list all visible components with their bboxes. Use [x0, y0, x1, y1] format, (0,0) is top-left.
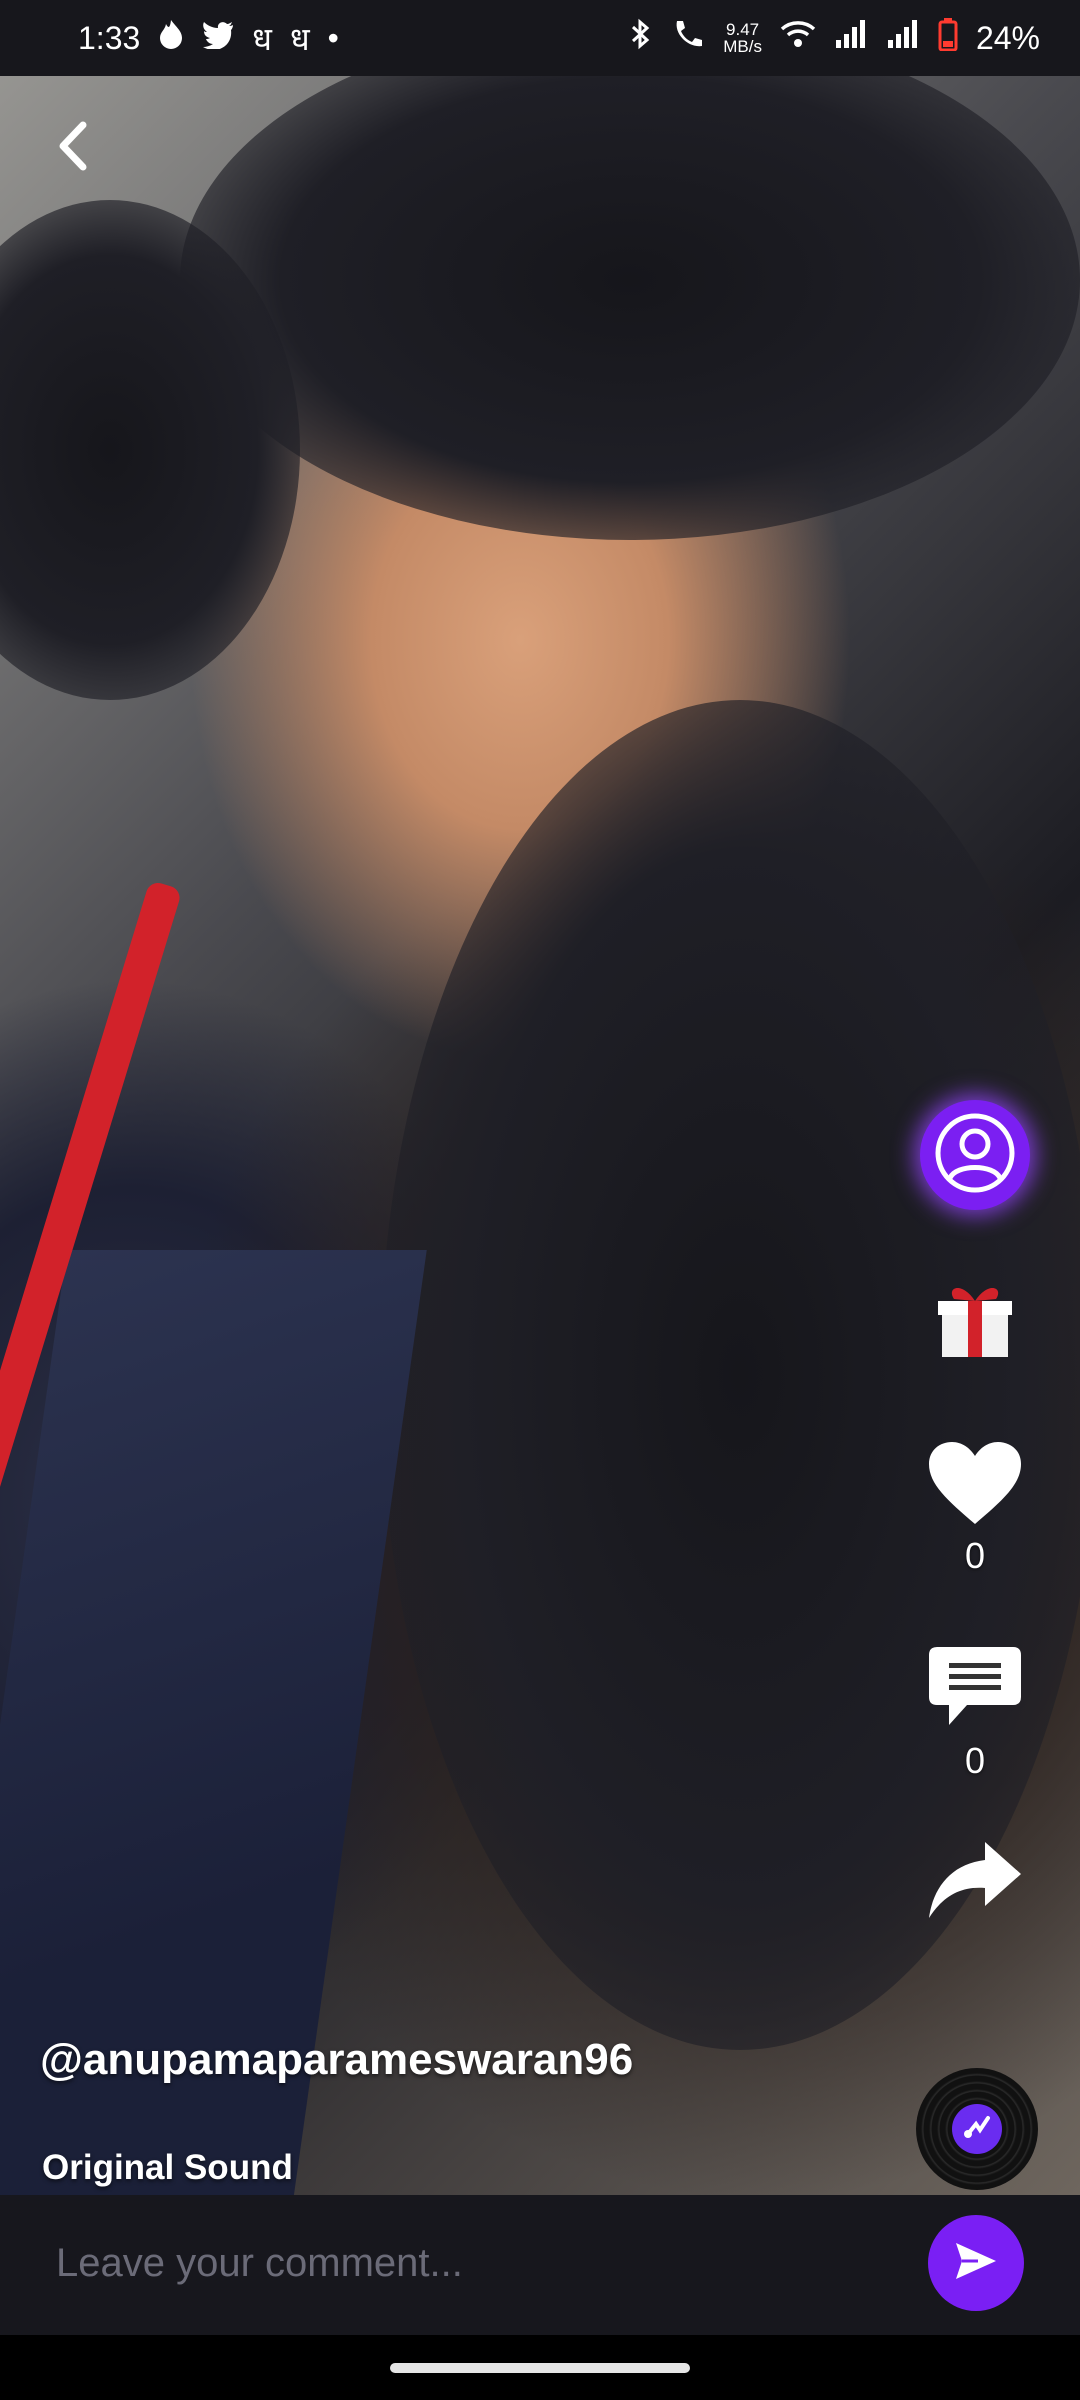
like-button[interactable]: 0 [920, 1440, 1030, 1577]
comment-input[interactable] [54, 2227, 878, 2299]
network-speed-unit: MB/s [723, 37, 762, 56]
chevron-left-icon [57, 121, 91, 176]
creator-username[interactable]: @anupamaparameswaran96 [40, 2035, 633, 2085]
back-button[interactable] [44, 118, 104, 178]
notification-symbol: ध [252, 20, 272, 57]
wifi-icon [780, 19, 816, 57]
share-button[interactable] [920, 1840, 1030, 1925]
status-time: 1:33 [78, 19, 141, 56]
signal-icon [834, 18, 868, 58]
battery-percent: 24% [975, 19, 1040, 56]
network-speed: 9.47 MB/s [723, 21, 762, 55]
video-player[interactable] [0, 0, 1080, 2195]
gift-button[interactable] [920, 1275, 1030, 1366]
flame-icon [158, 19, 184, 57]
music-note-icon [962, 2112, 992, 2147]
profile-button-circle [920, 1100, 1030, 1210]
send-button[interactable] [928, 2215, 1024, 2311]
comment-icon [927, 1645, 1023, 1736]
sound-label[interactable]: Original Sound [42, 2148, 293, 2188]
comment-count: 0 [964, 1740, 986, 1781]
like-count: 0 [964, 1535, 986, 1576]
home-indicator[interactable] [390, 2363, 690, 2373]
music-disc-center [952, 2104, 1002, 2154]
send-icon [954, 2241, 998, 2286]
call-icon [671, 18, 705, 58]
comment-bar [0, 2195, 1080, 2335]
comment-button[interactable]: 0 [920, 1645, 1030, 1782]
profile-button[interactable] [920, 1100, 1030, 1210]
gift-icon [932, 1275, 1018, 1366]
twitter-icon [202, 20, 234, 57]
notification-dot: • [327, 19, 339, 56]
heart-icon [927, 1440, 1023, 1531]
battery-icon [938, 17, 958, 59]
user-icon [934, 1112, 1016, 1199]
share-arrow-icon [927, 1840, 1023, 1925]
network-speed-value: 9.47 [726, 20, 760, 39]
video-frame-hair [180, 20, 1080, 540]
music-disc-button[interactable] [916, 2068, 1038, 2190]
signal-icon-sim2 [886, 18, 920, 58]
notification-symbol: ध [289, 20, 310, 57]
bluetooth-icon [629, 18, 653, 58]
status-bar: 1:33 ध ध • 9.47 MB/s 24% [0, 0, 1080, 76]
